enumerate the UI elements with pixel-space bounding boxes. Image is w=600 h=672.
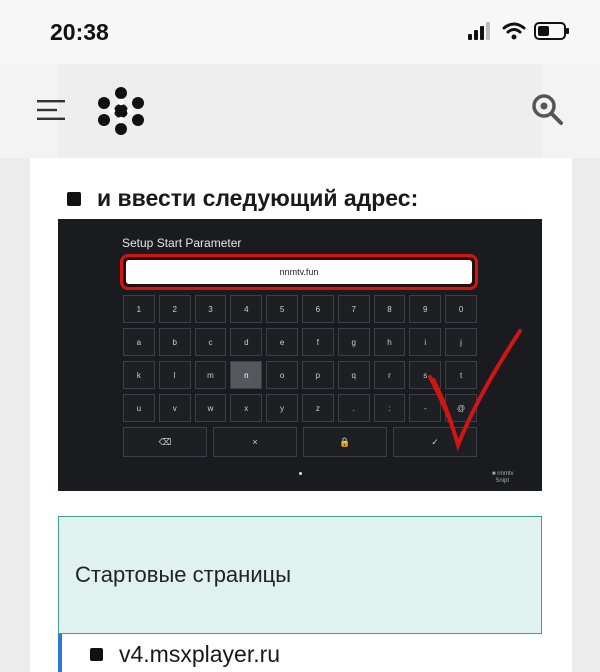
article-heading: и ввести следующий адрес: bbox=[67, 185, 418, 212]
heading-text: и ввести следующий адрес: bbox=[97, 185, 419, 211]
site-logo-icon[interactable] bbox=[94, 84, 148, 138]
start-pages-note: Стартовые страницы bbox=[58, 516, 542, 634]
bullet-square-icon bbox=[67, 191, 81, 206]
status-icons bbox=[468, 22, 570, 40]
tv-screenshot-image: Setup Start Parameter nnmtv.fun 12345678… bbox=[58, 219, 542, 491]
search-icon[interactable] bbox=[530, 92, 564, 126]
bullet-square-icon bbox=[90, 647, 103, 661]
red-checkmark-annotation-icon bbox=[428, 329, 522, 452]
status-bar: 20:38 bbox=[0, 0, 600, 64]
list-item: v4.msxplayer.ru bbox=[58, 634, 542, 672]
hamburger-menu-icon[interactable] bbox=[37, 98, 65, 122]
battery-icon bbox=[534, 22, 569, 40]
wifi-icon bbox=[502, 22, 526, 40]
note-title: Стартовые страницы bbox=[75, 562, 292, 587]
status-time: 20:38 bbox=[50, 19, 109, 45]
cellular-signal-icon bbox=[468, 22, 490, 40]
list-item-text[interactable]: v4.msxplayer.ru bbox=[119, 641, 280, 668]
